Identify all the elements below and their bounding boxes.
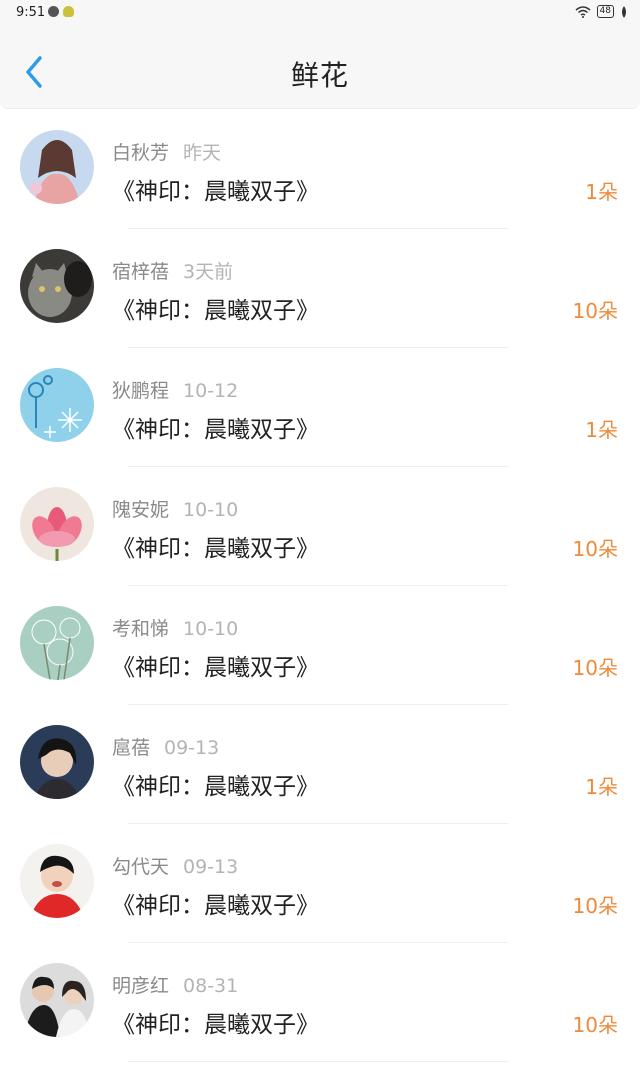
user-name: 白秋芳 xyxy=(112,142,170,164)
timestamp: 10-12 xyxy=(183,380,239,402)
user-name: 明彦红 xyxy=(112,975,170,997)
user-name: 勾代天 xyxy=(112,856,170,878)
flower-count: 1朵 xyxy=(585,775,618,799)
avatar[interactable] xyxy=(20,368,94,442)
user-name: 隗安妮 xyxy=(112,499,170,521)
status-app-icons xyxy=(48,6,74,17)
timestamp: 10-10 xyxy=(183,499,239,521)
timestamp: 昨天 xyxy=(183,142,222,164)
page-title: 鲜花 xyxy=(290,59,349,92)
name-line: 狄鹏程 10-12 xyxy=(112,376,238,403)
list-item[interactable]: 宿梓蓓 3天前 《神印：晨曦双子》 10朵 xyxy=(0,229,640,348)
timestamp: 09-13 xyxy=(164,737,220,759)
flower-count: 1朵 xyxy=(585,180,618,204)
timestamp: 08-31 xyxy=(183,975,239,997)
book-title[interactable]: 《神印：晨曦双子》 xyxy=(112,767,319,801)
list-item[interactable]: 明彦红 08-31 《神印：晨曦双子》 10朵 xyxy=(0,943,640,1062)
list-item[interactable]: 狄鹏程 10-12 《神印：晨曦双子》 1朵 xyxy=(0,348,640,467)
user-name: 扈蓓 xyxy=(112,737,151,759)
avatar[interactable] xyxy=(20,487,94,561)
app-header: 鲜花 xyxy=(0,26,640,109)
bulb-icon xyxy=(63,6,74,17)
book-title[interactable]: 《神印：晨曦双子》 xyxy=(112,529,319,563)
user-name: 狄鹏程 xyxy=(112,380,170,402)
book-title[interactable]: 《神印：晨曦双子》 xyxy=(112,648,319,682)
avatar[interactable] xyxy=(20,606,94,680)
avatar[interactable] xyxy=(20,725,94,799)
name-line: 隗安妮 10-10 xyxy=(112,495,238,522)
name-line: 宿梓蓓 3天前 xyxy=(112,257,233,284)
name-line: 白秋芳 昨天 xyxy=(112,138,221,165)
leaf-icon xyxy=(622,5,626,18)
list-item[interactable]: 勾代天 09-13 《神印：晨曦双子》 10朵 xyxy=(0,824,640,943)
flower-count: 10朵 xyxy=(572,656,618,680)
name-line: 考和悌 10-10 xyxy=(112,614,238,641)
avatar[interactable] xyxy=(20,130,94,204)
flower-list: 白秋芳 昨天 《神印：晨曦双子》 1朵 宿梓蓓 3天前 《神印：晨曦双子》 10朵 xyxy=(0,110,640,1062)
name-line: 勾代天 09-13 xyxy=(112,852,238,879)
book-title[interactable]: 《神印：晨曦双子》 xyxy=(112,886,319,920)
book-title[interactable]: 《神印：晨曦双子》 xyxy=(112,1005,319,1039)
wechat-icon xyxy=(48,6,59,17)
list-item[interactable]: 隗安妮 10-10 《神印：晨曦双子》 10朵 xyxy=(0,467,640,586)
status-time: 9:51 xyxy=(16,5,46,20)
book-title[interactable]: 《神印：晨曦双子》 xyxy=(112,291,319,325)
name-line: 扈蓓 09-13 xyxy=(112,733,219,760)
flower-count: 1朵 xyxy=(585,418,618,442)
status-bar: 9:51 48 xyxy=(0,0,640,26)
avatar[interactable] xyxy=(20,963,94,1037)
flower-count: 10朵 xyxy=(572,1013,618,1037)
flower-count: 10朵 xyxy=(572,894,618,918)
list-item[interactable]: 白秋芳 昨天 《神印：晨曦双子》 1朵 xyxy=(0,110,640,229)
divider xyxy=(128,1061,508,1062)
book-title[interactable]: 《神印：晨曦双子》 xyxy=(112,172,319,206)
user-name: 考和悌 xyxy=(112,618,170,640)
timestamp: 10-10 xyxy=(183,618,239,640)
status-right: 48 xyxy=(575,5,628,18)
timestamp: 3天前 xyxy=(183,261,234,283)
wifi-icon xyxy=(575,5,591,18)
name-line: 明彦红 08-31 xyxy=(112,971,238,998)
book-title[interactable]: 《神印：晨曦双子》 xyxy=(112,410,319,444)
flower-count: 10朵 xyxy=(572,299,618,323)
avatar[interactable] xyxy=(20,249,94,323)
flower-count: 10朵 xyxy=(572,537,618,561)
user-name: 宿梓蓓 xyxy=(112,261,170,283)
avatar[interactable] xyxy=(20,844,94,918)
timestamp: 09-13 xyxy=(183,856,239,878)
battery-level: 48 xyxy=(596,5,614,18)
list-item[interactable]: 考和悌 10-10 《神印：晨曦双子》 10朵 xyxy=(0,586,640,705)
list-item[interactable]: 扈蓓 09-13 《神印：晨曦双子》 1朵 xyxy=(0,705,640,824)
